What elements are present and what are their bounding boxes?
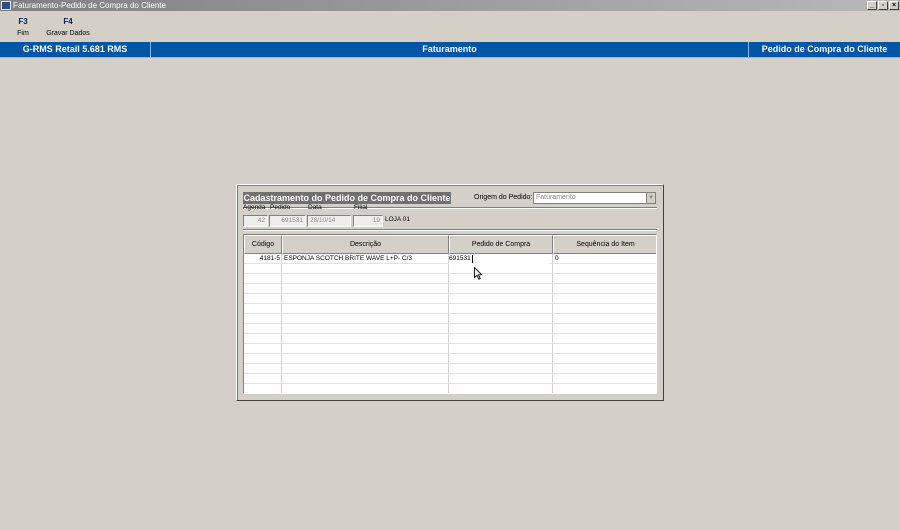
table-row[interactable] <box>244 304 656 314</box>
minimize-button[interactable]: _ <box>867 1 877 10</box>
table-row[interactable] <box>244 314 656 324</box>
close-button[interactable]: × <box>889 1 899 10</box>
window-title: Faturamento-Pedido de Compra do Cliente <box>13 1 166 10</box>
column-header-descricao[interactable]: Descrição <box>282 235 449 254</box>
toolbar-button-fim[interactable]: F3 Fim <box>14 17 32 37</box>
table-row[interactable]: 4181-5 ESPONJA SCOTCH BRITE WAVE L+P- C/… <box>244 254 656 264</box>
table-row[interactable] <box>244 264 656 274</box>
toolbar-key: F3 <box>18 17 28 26</box>
origem-label: Origem do Pedido: <box>474 194 533 201</box>
items-table[interactable]: Código Descrição Pedido de Compra Sequên… <box>243 234 657 394</box>
panel-title: Cadastramento do Pedido de Compra do Cli… <box>243 192 451 204</box>
column-header-pedido-compra[interactable]: Pedido de Compra <box>449 235 553 254</box>
table-row[interactable] <box>244 294 656 304</box>
toolbar-label: Gravar Dados <box>46 30 90 37</box>
cell-sequencia[interactable]: 0 <box>555 254 655 264</box>
pedido-label: Pedido <box>270 204 291 211</box>
cell-pedido-compra-input[interactable]: 691531 <box>449 254 549 264</box>
agenda-label: Agenda <box>243 204 266 211</box>
data-field[interactable]: 28/10/14 <box>307 215 351 227</box>
header-module: Faturamento <box>151 42 749 57</box>
divider <box>243 207 657 209</box>
column-header-sequencia[interactable]: Sequência do Item <box>553 235 656 254</box>
table-row[interactable] <box>244 274 656 284</box>
filial-name: LOJA 01 <box>385 216 410 223</box>
table-row[interactable] <box>244 364 656 374</box>
filial-field[interactable]: 19 <box>353 215 383 227</box>
filial-label: Filial <box>354 204 368 211</box>
module-header-bar: G-RMS Retail 5.681 RMS Faturamento Pedid… <box>0 42 900 58</box>
table-row[interactable] <box>244 344 656 354</box>
restore-button[interactable]: ▫ <box>878 1 888 10</box>
mouse-pointer-icon <box>474 267 483 280</box>
divider <box>243 229 657 231</box>
header-app-version: G-RMS Retail 5.681 RMS <box>0 42 151 57</box>
table-row[interactable] <box>244 284 656 294</box>
toolbar-key: F4 <box>63 17 73 26</box>
pedido-field[interactable]: 691531 <box>269 215 306 227</box>
table-row[interactable] <box>244 334 656 344</box>
toolbar-label: Fim <box>17 30 29 37</box>
table-header: Código Descrição Pedido de Compra Sequên… <box>244 235 656 254</box>
origem-select[interactable]: Faturamento ▼ <box>533 192 656 204</box>
origem-value: Faturamento <box>536 194 576 201</box>
cell-codigo[interactable]: 4181-5 <box>246 254 280 264</box>
table-row[interactable] <box>244 384 656 393</box>
cell-descricao[interactable]: ESPONJA SCOTCH BRITE WAVE L+P- C/3 <box>284 254 446 264</box>
column-header-codigo[interactable]: Código <box>244 235 282 254</box>
header-screen-name: Pedido de Compra do Cliente <box>761 44 888 54</box>
toolbar-button-gravar-dados[interactable]: F4 Gravar Dados <box>44 17 92 37</box>
data-label: Data <box>308 204 322 211</box>
table-row[interactable] <box>244 354 656 364</box>
dropdown-arrow-icon[interactable]: ▼ <box>646 193 655 203</box>
table-row[interactable] <box>244 324 656 334</box>
agenda-field[interactable]: 42 <box>243 215 268 227</box>
app-icon <box>1 1 11 10</box>
text-caret <box>472 255 473 263</box>
table-row[interactable] <box>244 374 656 384</box>
window-title-bar[interactable]: Faturamento-Pedido de Compra do Cliente … <box>0 0 900 11</box>
pedido-compra-panel: Cadastramento do Pedido de Compra do Cli… <box>236 184 664 401</box>
